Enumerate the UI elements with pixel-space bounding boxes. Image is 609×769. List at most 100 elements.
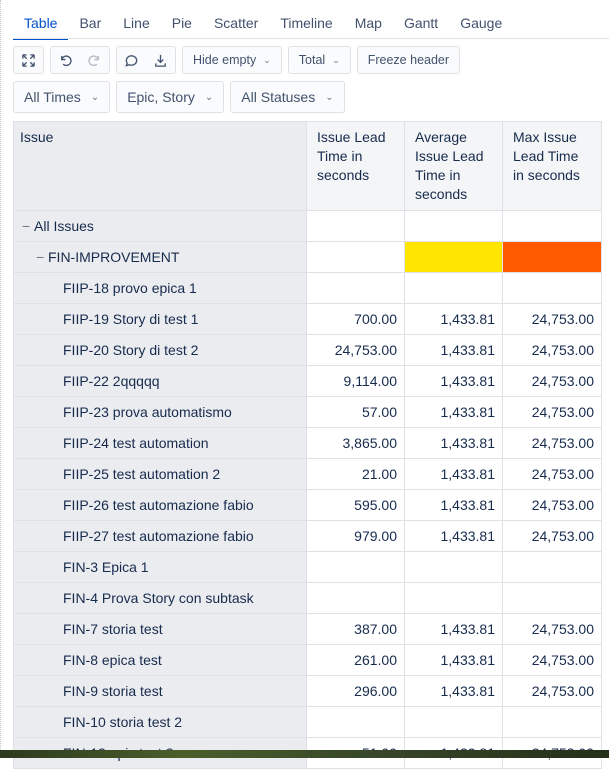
lead-time-cell: 21.00 <box>306 458 405 490</box>
table-row: FIIP-20 Story di test 2 24,753.00 1,433.81… <box>13 334 602 366</box>
issue-cell[interactable]: FIN-4 Prova Story con subtask <box>13 582 307 614</box>
issue-cell[interactable]: FIIP-25 test automation 2 <box>13 458 307 490</box>
tab-gantt[interactable]: Gantt <box>393 8 449 38</box>
filters-bar: All Times ⌄ Epic, Story ⌄ All Statuses ⌄ <box>13 81 351 113</box>
tab-bar[interactable]: Bar <box>68 8 112 38</box>
avg-lead-time-cell <box>404 706 503 738</box>
issue-name: FIN-8 epica test <box>63 652 162 668</box>
freeze-header-label: Freeze header <box>367 53 450 67</box>
view-controls-group <box>13 46 44 74</box>
issue-cell[interactable]: FIIP-23 prova automatismo <box>13 396 307 428</box>
total-label: Total <box>298 53 326 67</box>
lead-time-cell: 57.00 <box>306 396 405 428</box>
max-lead-time-cell <box>502 551 602 583</box>
table-row: FIIP-25 test automation 2 21.00 1,433.81 24… <box>13 458 602 490</box>
table-row: FIN-4 Prova Story con subtask <box>13 582 602 614</box>
tab-table[interactable]: Table <box>13 8 69 40</box>
lead-time-column-header[interactable]: Issue Lead Time in seconds <box>306 121 405 211</box>
issue-cell[interactable]: FIIP-27 test automazione fabio <box>13 520 307 552</box>
status-filter-label: All Statuses <box>241 89 316 105</box>
max-lead-time-cell <box>502 706 602 738</box>
collapse-toggle-icon[interactable]: − <box>22 218 34 234</box>
table-row: FIIP-23 prova automatismo 57.00 1,433.81 24… <box>13 396 602 428</box>
lead-time-cell <box>306 272 405 304</box>
avg-lead-time-cell <box>404 551 503 583</box>
issue-cell[interactable]: FIN-10 storia test 2 <box>13 706 307 738</box>
issue-cell[interactable]: FIN-7 storia test <box>13 613 307 645</box>
share-group <box>116 46 176 74</box>
redo-icon[interactable] <box>80 47 109 73</box>
issue-cell[interactable]: FIIP-24 test automation <box>13 427 307 459</box>
issue-name: FIIP-24 test automation <box>63 435 209 451</box>
issue-name: FIN-3 Epica 1 <box>63 559 149 575</box>
comment-icon[interactable] <box>117 47 146 73</box>
group-by-dropdown[interactable]: Epic, Story ⌄ <box>116 81 225 113</box>
freeze-header-button[interactable]: Freeze header <box>356 46 461 74</box>
tab-scatter[interactable]: Scatter <box>203 8 269 38</box>
lead-time-cell: 979.00 <box>306 520 405 552</box>
lead-time-cell: 3,865.00 <box>306 427 405 459</box>
avg-lead-time-cell <box>404 241 503 273</box>
tab-timeline[interactable]: Timeline <box>269 8 343 38</box>
desktop-background-strip <box>0 750 609 758</box>
avg-lead-time-column-header[interactable]: Average Issue Lead Time in seconds <box>404 121 503 211</box>
toolbar: Hide empty ⌄ Total ⌄ Freeze header <box>13 46 466 74</box>
table-row: − FIN-IMPROVEMENT <box>13 241 602 273</box>
table-row: FIN-8 epica test 261.00 1,433.81 24,753.00 <box>13 644 602 676</box>
collapse-toggle-icon[interactable]: − <box>36 249 48 265</box>
issue-name: FIIP-22 2qqqqq <box>63 373 160 389</box>
avg-lead-time-cell: 1,433.81 <box>404 365 503 397</box>
hide-empty-dropdown[interactable]: Hide empty ⌄ <box>182 46 282 74</box>
issue-name: FIIP-26 test automazione fabio <box>63 497 254 513</box>
max-lead-time-cell <box>502 241 602 273</box>
max-lead-time-cell: 24,753.00 <box>502 489 602 521</box>
download-icon[interactable] <box>146 47 175 73</box>
chevron-down-icon: ⌄ <box>325 91 334 103</box>
total-dropdown[interactable]: Total ⌄ <box>287 46 351 74</box>
issue-cell[interactable]: FIIP-19 Story di test 1 <box>13 303 307 335</box>
report-table: Issue Issue Lead Time in seconds Average… <box>13 121 602 769</box>
table-row: FIIP-19 Story di test 1 700.00 1,433.81 24,… <box>13 303 602 335</box>
panel-left-border <box>0 0 1 750</box>
issue-cell[interactable]: FIN-8 epica test <box>13 644 307 676</box>
undo-icon[interactable] <box>51 47 80 73</box>
avg-lead-time-cell: 1,433.81 <box>404 613 503 645</box>
issue-name: FIIP-23 prova automatismo <box>63 404 232 420</box>
issue-cell[interactable]: FIIP-18 provo epica 1 <box>13 272 307 304</box>
avg-lead-time-cell <box>404 582 503 614</box>
issue-name: All Issues <box>34 218 94 234</box>
tab-pie[interactable]: Pie <box>161 8 203 38</box>
max-lead-time-cell <box>502 582 602 614</box>
table-row: FIIP-27 test automazione fabio 979.00 1,43… <box>13 520 602 552</box>
issue-cell[interactable]: FIN-9 storia test <box>13 675 307 707</box>
avg-lead-time-cell: 1,433.81 <box>404 520 503 552</box>
time-filter-dropdown[interactable]: All Times ⌄ <box>13 81 111 113</box>
lead-time-cell: 9,114.00 <box>306 365 405 397</box>
issue-column-header[interactable]: Issue <box>13 121 307 211</box>
issue-cell[interactable]: FIIP-26 test automazione fabio <box>13 489 307 521</box>
max-lead-time-cell: 24,753.00 <box>502 303 602 335</box>
issue-cell[interactable]: − FIN-IMPROVEMENT <box>13 241 307 273</box>
lead-time-cell <box>306 551 405 583</box>
max-lead-time-cell: 24,753.00 <box>502 613 602 645</box>
issue-cell[interactable]: − All Issues <box>13 210 307 242</box>
issue-name: FIIP-19 Story di test 1 <box>63 311 199 327</box>
lead-time-cell <box>306 241 405 273</box>
chevron-down-icon: ⌄ <box>204 91 214 103</box>
issue-cell[interactable]: FIN-3 Epica 1 <box>13 551 307 583</box>
tab-line[interactable]: Line <box>112 8 160 38</box>
max-lead-time-cell <box>502 210 602 242</box>
expand-icon[interactable] <box>14 47 43 73</box>
issue-cell[interactable]: FIIP-20 Story di test 2 <box>13 334 307 366</box>
max-lead-time-cell: 24,753.00 <box>502 365 602 397</box>
issue-name: FIIP-20 Story di test 2 <box>63 342 199 358</box>
max-lead-time-column-header[interactable]: Max Issue Lead Time in seconds <box>502 121 602 211</box>
table-row: FIN-7 storia test 387.00 1,433.81 24,753.00 <box>13 613 602 645</box>
table-row: FIN-3 Epica 1 <box>13 551 602 583</box>
status-filter-dropdown[interactable]: All Statuses ⌄ <box>230 81 345 113</box>
issue-name: FIIP-27 test automazione fabio <box>63 528 254 544</box>
tab-gauge[interactable]: Gauge <box>449 8 513 38</box>
max-lead-time-cell: 24,753.00 <box>502 458 602 490</box>
issue-cell[interactable]: FIIP-22 2qqqqq <box>13 365 307 397</box>
tab-map[interactable]: Map <box>344 8 393 38</box>
